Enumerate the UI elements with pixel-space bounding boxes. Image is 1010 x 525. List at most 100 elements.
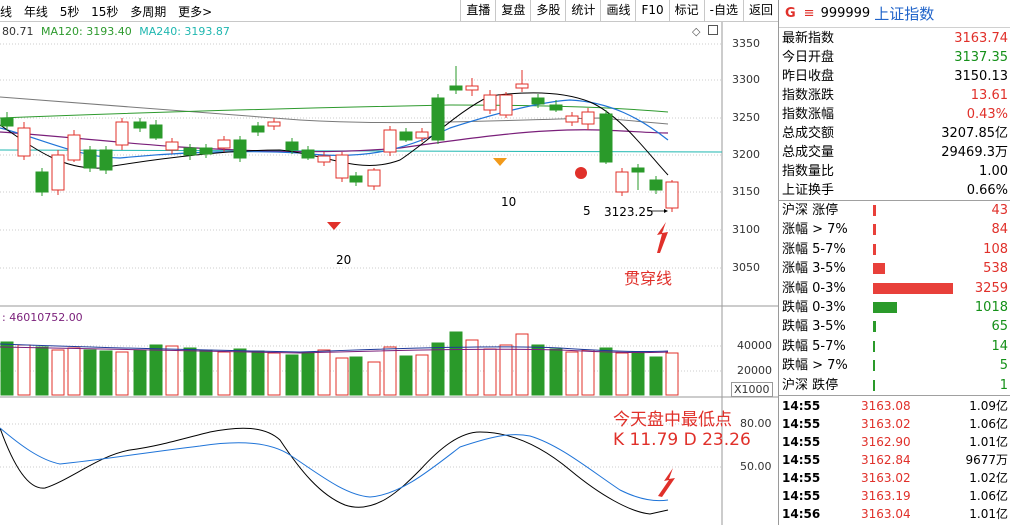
candle (335, 154, 349, 179)
quote-panel: G ≡ 999999 上证指数 最新指数 3163.74 今日开盘 3137.35… (778, 0, 1010, 525)
candle (399, 131, 413, 141)
candle (233, 139, 247, 159)
candle (499, 94, 513, 116)
tab-5sec[interactable]: 5秒 (60, 3, 80, 20)
volume-bar (335, 357, 349, 396)
volume-bar (149, 344, 163, 396)
breadth-value: 5 (999, 358, 1008, 374)
tick-amount: 1.01亿 (969, 506, 1008, 521)
candle (51, 154, 65, 191)
volume-tick: 40000 (737, 339, 772, 352)
price-gridlines (0, 43, 722, 468)
breadth-label: 涨幅 3-5% (782, 261, 846, 277)
breadth-value: 1 (999, 377, 1008, 393)
volume-bar (301, 351, 315, 396)
candle (449, 85, 463, 91)
quote-row: 最新指数 3163.74 (779, 29, 1010, 48)
close-chart-icon[interactable] (708, 25, 718, 35)
breadth-label: 涨幅 > 7% (782, 222, 848, 238)
live-button[interactable]: 直播 (460, 0, 495, 21)
candle (251, 125, 265, 133)
candle (0, 117, 14, 127)
breadth-row: 涨幅 0-3% 3259 (779, 279, 1010, 298)
function-buttons: 直播 复盘 多股 统计 画线 F10 标记 -自选 返回 (460, 0, 778, 22)
replay-button[interactable]: 复盘 (495, 0, 530, 21)
candle (301, 149, 315, 159)
remove-watchlist-button[interactable]: -自选 (703, 0, 743, 21)
tab-line[interactable]: 线 (0, 3, 12, 20)
ma-prefix-value: 80.71 (2, 25, 34, 38)
kdj-d-line (0, 427, 669, 502)
breadth-bar (873, 301, 897, 313)
volume-bar (465, 339, 479, 396)
candle (515, 83, 529, 89)
tick-amount: 1.01亿 (969, 434, 1008, 449)
volume-unit: X1000 (731, 382, 773, 397)
quote-label: 总成交量 (782, 145, 835, 160)
diamond-toggle-icon[interactable]: ◇ (692, 25, 700, 38)
volume-bar (499, 344, 513, 396)
volume-bar (349, 356, 363, 396)
volume-bar (665, 352, 679, 396)
f10-button[interactable]: F10 (635, 0, 668, 21)
tick-row: 14:55 3163.08 1.09亿 (779, 397, 1010, 415)
volume-bar (199, 349, 213, 396)
price-tick: 3100 (732, 223, 760, 236)
quote-row: 上证换手 0.66% (779, 181, 1010, 200)
volume-bar (17, 344, 31, 396)
breadth-value: 1018 (974, 299, 1008, 315)
candle (217, 139, 231, 149)
price-tick: 3050 (732, 261, 760, 274)
tab-year-line[interactable]: 年线 (24, 3, 48, 20)
candle (285, 141, 299, 151)
candle (199, 147, 213, 155)
breadth-row: 跌幅 0-3% 1018 (779, 298, 1010, 317)
candles (0, 66, 679, 212)
tick-time: 14:55 (782, 416, 821, 431)
candle (267, 121, 281, 127)
tab-15sec[interactable]: 15秒 (91, 3, 118, 20)
tick-row: 14:56 3163.04 1.01亿 (779, 505, 1010, 523)
statistics-button[interactable]: 统计 (565, 0, 600, 21)
menu-icon[interactable]: ≡ (804, 6, 815, 21)
breadth-label: 跌幅 0-3% (782, 299, 846, 315)
back-button[interactable]: 返回 (742, 0, 778, 21)
signal-diamond-icon (493, 158, 507, 166)
tick-amount: 1.06亿 (969, 416, 1008, 431)
ma30-line (0, 129, 669, 153)
volume-bar (615, 352, 629, 396)
breadth-value: 3259 (974, 280, 1008, 296)
price-tick: 3150 (732, 185, 760, 198)
draw-line-button[interactable]: 画线 (600, 0, 635, 21)
tick-row: 14:55 3163.02 1.06亿 (779, 415, 1010, 433)
tick-price: 3163.02 (861, 416, 911, 431)
quote-row: 昨日收盘 3150.13 (779, 67, 1010, 86)
quote-label: 指数涨跌 (782, 88, 835, 103)
volume-bar (415, 354, 429, 396)
candle (149, 124, 163, 139)
candle (183, 147, 197, 156)
breadth-bar (873, 340, 875, 352)
tick-amount: 9677万 (965, 452, 1008, 467)
quote-value: 3207.85亿 (941, 126, 1008, 141)
breadth-bar (873, 224, 876, 236)
volume-bar (581, 349, 595, 396)
mark-button[interactable]: 标记 (668, 0, 704, 21)
piercing-line-annotation: 贯穿线 (624, 269, 673, 288)
tick-price: 3162.84 (861, 452, 911, 467)
ma-indicator-line: 80.71 MA120: 3193.40 MA240: 3193.87 (2, 25, 230, 38)
g-badge[interactable]: G (785, 6, 796, 21)
candle (367, 169, 381, 187)
tab-multi-period[interactable]: 多周期 (130, 3, 166, 20)
tick-amount: 1.02亿 (969, 470, 1008, 485)
volume-bar (67, 347, 81, 396)
tab-more[interactable]: 更多> (178, 3, 212, 20)
candle (133, 121, 147, 129)
candle (67, 134, 81, 161)
multi-stock-button[interactable]: 多股 (530, 0, 565, 21)
breadth-label: 跌幅 > 7% (782, 358, 848, 374)
quote-value: 0.43% (966, 107, 1008, 122)
tick-row: 14:55 3162.84 9677万 (779, 451, 1010, 469)
tick-time: 14:55 (782, 434, 821, 449)
volume-bar (35, 346, 49, 396)
